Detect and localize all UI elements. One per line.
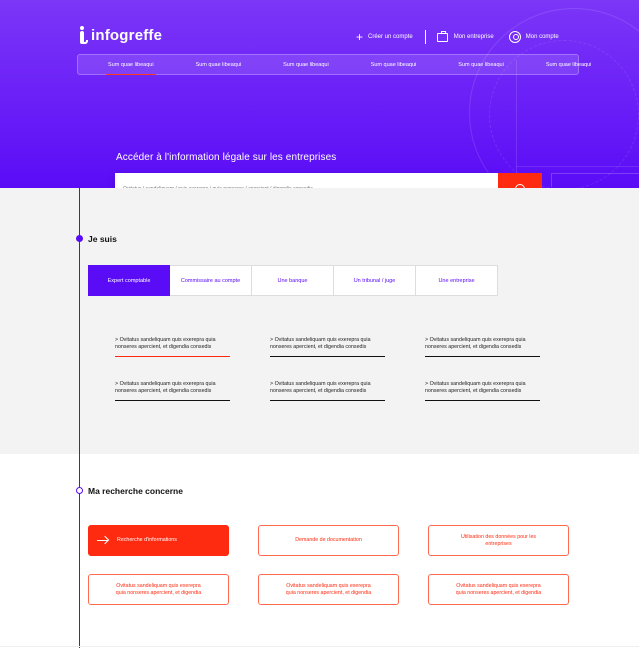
my-account-label: Mon compte bbox=[525, 34, 559, 40]
profile-link[interactable]: > Ovitatus sandeliquam quis exerepra qui… bbox=[270, 337, 385, 357]
research-card-informations[interactable]: Recherche d'informations bbox=[88, 525, 229, 556]
profile-tab-entreprise[interactable]: Une entreprise bbox=[416, 265, 498, 296]
profile-link[interactable]: > Ovitatus sandeliquam quis exerepra qui… bbox=[115, 337, 230, 357]
timeline-dot-active bbox=[76, 235, 83, 242]
create-account-label: Créer un compte bbox=[368, 34, 413, 40]
profile-link[interactable]: > Ovitatus sandeliquam quis exerepra qui… bbox=[115, 381, 230, 401]
plus-icon: + bbox=[356, 30, 364, 44]
hero-title: Accéder à l'information légale sur les e… bbox=[116, 152, 337, 163]
profile-tab-tribunal[interactable]: Un tribunal / juge bbox=[334, 265, 416, 296]
research-cards: Recherche d'informations Demande de docu… bbox=[88, 525, 569, 605]
profile-link[interactable]: > Ovitatus sandeliquam quis exerepra qui… bbox=[270, 381, 385, 401]
logo[interactable]: infogreffe bbox=[78, 26, 162, 44]
hero-banner: infogreffe + Créer un compte Mon entrepr… bbox=[0, 0, 639, 188]
je-suis-heading: Je suis bbox=[88, 234, 117, 244]
divider bbox=[424, 30, 426, 44]
profile-tab-commissaire[interactable]: Commissaire au compte bbox=[170, 265, 252, 296]
my-company-link[interactable]: Mon entreprise bbox=[436, 30, 494, 42]
sub-navigation: Sum quae libeaqui Sum quae libeaqui Sum … bbox=[77, 54, 591, 75]
timeline-dot bbox=[76, 487, 83, 494]
my-company-label: Mon entreprise bbox=[453, 34, 494, 40]
profile-tab-banque[interactable]: Une banque bbox=[252, 265, 334, 296]
recherche-heading: Ma recherche concerne bbox=[88, 486, 183, 496]
subnav-tab-6[interactable]: Sum quae libeaqui bbox=[546, 62, 592, 68]
profile-tab-expert[interactable]: Expert comptable bbox=[88, 265, 170, 296]
timeline-line bbox=[79, 188, 80, 648]
profile-link[interactable]: > Ovitatus sandeliquam quis exerepra qui… bbox=[425, 381, 540, 401]
research-card[interactable]: Ovitatus sandeliquam quis exerepra quia … bbox=[428, 574, 569, 605]
divider bbox=[0, 646, 639, 647]
create-account-link[interactable]: + Créer un compte bbox=[356, 30, 413, 44]
subnav-tab-4[interactable]: Sum quae libeaqui bbox=[371, 62, 417, 68]
arrow-right-icon bbox=[97, 536, 109, 545]
logo-icon bbox=[78, 26, 88, 44]
grid-line bbox=[516, 166, 639, 167]
research-card[interactable]: Ovitatus sandeliquam quis exerepra quia … bbox=[258, 574, 399, 605]
logo-text: infogreffe bbox=[91, 26, 163, 44]
grid-line bbox=[551, 173, 639, 187]
briefcase-icon bbox=[436, 30, 448, 42]
top-navigation: + Créer un compte Mon entreprise Mon com… bbox=[356, 30, 559, 44]
profile-links: > Ovitatus sandeliquam quis exerepra qui… bbox=[115, 337, 540, 401]
subnav-tab-2[interactable]: Sum quae libeaqui bbox=[196, 62, 242, 68]
research-card-donnees[interactable]: Utilisation des données pour les entrepr… bbox=[428, 525, 569, 556]
je-suis-section bbox=[0, 188, 639, 454]
my-account-link[interactable]: Mon compte bbox=[494, 31, 559, 43]
profile-link[interactable]: > Ovitatus sandeliquam quis exerepra qui… bbox=[425, 337, 540, 357]
subnav-tab-1[interactable]: Sum quae libeaqui bbox=[106, 62, 156, 75]
research-card-label: Recherche d'informations bbox=[117, 537, 177, 543]
subnav-tab-3[interactable]: Sum quae libeaqui bbox=[283, 62, 329, 68]
grid-line bbox=[516, 60, 517, 188]
research-card-documentation[interactable]: Demande de documentation bbox=[258, 525, 399, 556]
subnav-tab-5[interactable]: Sum quae libeaqui bbox=[458, 62, 504, 68]
profile-tabs: Expert comptable Commissaire au compte U… bbox=[88, 265, 498, 296]
user-icon bbox=[508, 31, 521, 43]
research-card[interactable]: Ovitatus sandeliquam quis exerepra quia … bbox=[88, 574, 229, 605]
